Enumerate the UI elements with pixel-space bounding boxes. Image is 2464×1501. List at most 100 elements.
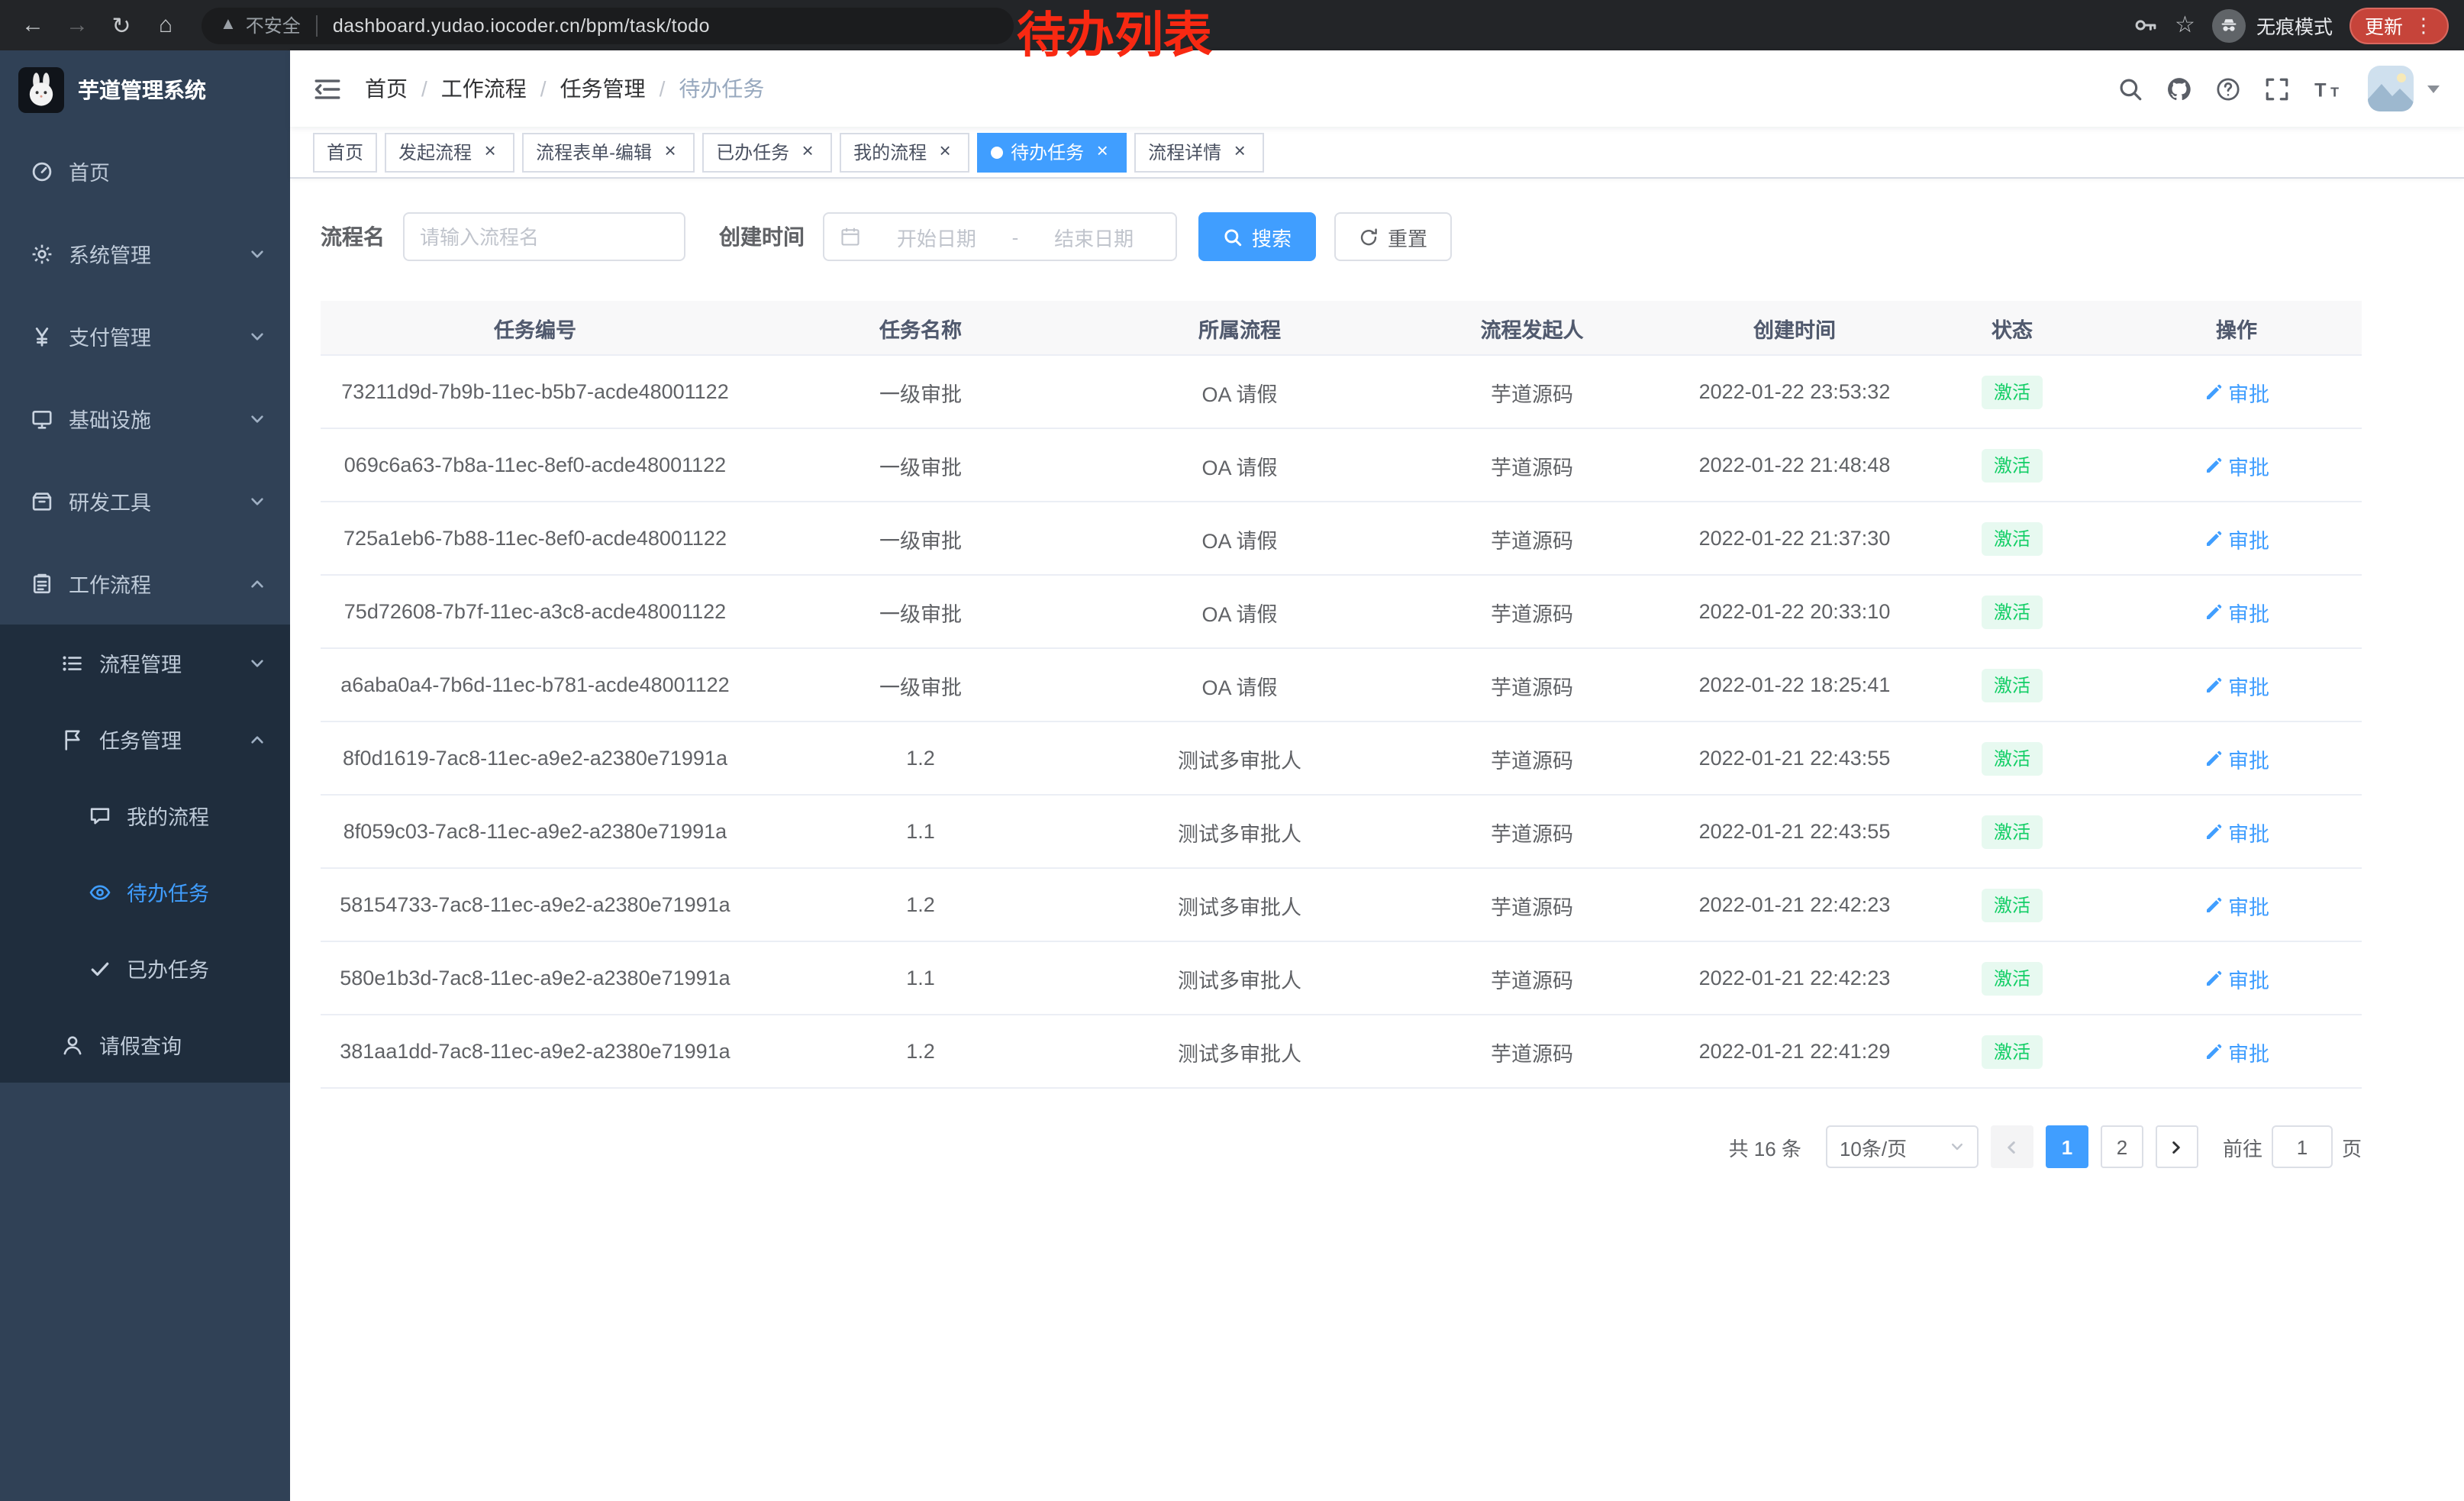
close-icon[interactable]: × bbox=[479, 141, 501, 163]
process-name-input[interactable] bbox=[420, 225, 669, 248]
app-logo[interactable]: 芋道管理系统 bbox=[0, 50, 290, 130]
navbar-actions: TT bbox=[2117, 66, 2440, 111]
tab-form-edit[interactable]: 流程表单-编辑× bbox=[522, 132, 695, 172]
breadcrumb-item[interactable]: 工作流程 bbox=[441, 73, 527, 104]
sidebar-item-system[interactable]: 系统管理 bbox=[0, 212, 290, 295]
process-name-label: 流程名 bbox=[321, 221, 385, 252]
not-secure-label: 不安全 bbox=[246, 12, 301, 38]
reset-button[interactable]: 重置 bbox=[1334, 212, 1452, 261]
sidebar-item-dev-tools[interactable]: 研发工具 bbox=[0, 460, 290, 542]
next-page-button[interactable] bbox=[2156, 1125, 2198, 1168]
status-badge: 激活 bbox=[1982, 521, 2043, 555]
tags-bar: 首页发起流程×流程表单-编辑×已办任务×我的流程×待办任务×流程详情× bbox=[290, 127, 2464, 179]
sidebar-collapse-icon[interactable] bbox=[313, 76, 342, 102]
tab-my-process[interactable]: 我的流程× bbox=[840, 132, 969, 172]
approve-link[interactable]: 审批 bbox=[2204, 816, 2269, 847]
cell-task-name: 一级审批 bbox=[750, 596, 1092, 627]
status-badge: 激活 bbox=[1982, 448, 2043, 482]
browser-refresh-button[interactable]: ↻ bbox=[101, 5, 142, 46]
search-icon[interactable] bbox=[2117, 76, 2143, 102]
task-table: 任务编号任务名称所属流程流程发起人创建时间状态操作 73211d9d-7b9b-… bbox=[321, 301, 2362, 1089]
filter-form: 流程名 创建时间 开始日期 - 结束日期 bbox=[321, 212, 2464, 261]
browser-menu-icon[interactable]: ⋮ bbox=[2414, 15, 2433, 35]
tab-todo-tasks[interactable]: 待办任务× bbox=[977, 132, 1127, 172]
page-button-2[interactable]: 2 bbox=[2101, 1125, 2143, 1168]
sidebar-item-task-management[interactable]: 任务管理 bbox=[0, 701, 290, 777]
font-size-icon[interactable]: TT bbox=[2313, 76, 2345, 102]
page-button-1[interactable]: 1 bbox=[2046, 1125, 2088, 1168]
search-button-icon bbox=[1223, 227, 1243, 247]
sidebar-item-infrastructure[interactable]: 基础设施 bbox=[0, 377, 290, 460]
close-icon[interactable]: × bbox=[1092, 141, 1113, 163]
cell-actions: 审批 bbox=[2111, 1036, 2362, 1067]
browser-forward-button[interactable]: → bbox=[56, 5, 98, 46]
page-size-select[interactable]: 10条/页 bbox=[1826, 1125, 1979, 1168]
close-icon[interactable]: × bbox=[1229, 141, 1250, 163]
search-button-label: 搜索 bbox=[1252, 222, 1292, 251]
approve-label: 审批 bbox=[2228, 743, 2269, 773]
approve-link[interactable]: 审批 bbox=[2204, 963, 2269, 993]
close-icon[interactable]: × bbox=[660, 141, 681, 163]
prev-page-button[interactable] bbox=[1991, 1125, 2033, 1168]
sidebar-item-my-process[interactable]: 我的流程 bbox=[0, 777, 290, 854]
breadcrumb-item[interactable]: 首页 bbox=[365, 73, 408, 104]
cell-process: OA 请假 bbox=[1092, 523, 1388, 554]
goto-page-input[interactable] bbox=[2272, 1125, 2333, 1168]
date-range-picker[interactable]: 开始日期 - 结束日期 bbox=[823, 212, 1177, 261]
column-header: 创建时间 bbox=[1676, 312, 1913, 343]
password-key-icon[interactable] bbox=[2132, 12, 2158, 38]
approve-link[interactable]: 审批 bbox=[2204, 376, 2269, 407]
avatar[interactable] bbox=[2368, 66, 2414, 111]
sidebar-item-process-management[interactable]: 流程管理 bbox=[0, 625, 290, 701]
reset-button-label: 重置 bbox=[1388, 222, 1427, 251]
approve-link[interactable]: 审批 bbox=[2204, 450, 2269, 480]
approve-link[interactable]: 审批 bbox=[2204, 1036, 2269, 1067]
chevron-down-icon bbox=[249, 328, 266, 344]
close-icon[interactable]: × bbox=[934, 141, 956, 163]
approve-label: 审批 bbox=[2228, 596, 2269, 627]
tab-home[interactable]: 首页 bbox=[313, 132, 377, 172]
bookmark-star-icon[interactable]: ☆ bbox=[2175, 14, 2195, 37]
cell-task-name: 一级审批 bbox=[750, 523, 1092, 554]
approve-link[interactable]: 审批 bbox=[2204, 670, 2269, 700]
browser-back-button[interactable]: ← bbox=[12, 5, 53, 46]
sidebar-item-workflow[interactable]: 工作流程 bbox=[0, 542, 290, 625]
close-icon[interactable]: × bbox=[797, 141, 818, 163]
fullscreen-icon[interactable] bbox=[2264, 76, 2290, 102]
tab-label: 已办任务 bbox=[716, 139, 789, 165]
sidebar-item-payment[interactable]: 支付管理 bbox=[0, 295, 290, 377]
approve-link[interactable]: 审批 bbox=[2204, 523, 2269, 554]
tab-done-tasks[interactable]: 已办任务 × bbox=[702, 132, 832, 172]
cell-status: 激活 bbox=[1913, 448, 2111, 482]
cell-status: 激活 bbox=[1913, 961, 2111, 995]
approve-label: 审批 bbox=[2228, 523, 2269, 554]
cell-initiator: 芋道源码 bbox=[1388, 743, 1676, 773]
sidebar-item-leave-query[interactable]: 请假查询 bbox=[0, 1006, 290, 1083]
breadcrumb-item[interactable]: 任务管理 bbox=[560, 73, 646, 104]
svg-text:T: T bbox=[2330, 83, 2339, 98]
cell-task-name: 一级审批 bbox=[750, 670, 1092, 700]
avatar-caret-icon[interactable] bbox=[2427, 85, 2440, 92]
chevron-down-icon bbox=[249, 654, 266, 671]
approve-link[interactable]: 审批 bbox=[2204, 596, 2269, 627]
breadcrumb-separator: / bbox=[421, 76, 427, 101]
list-icon bbox=[61, 651, 84, 674]
sidebar-item-done-tasks[interactable]: 已办任务 bbox=[0, 930, 290, 1006]
app-shell: 芋道管理系统 首页系统管理支付管理基础设施研发工具工作流程流程管理任务管理我的流… bbox=[0, 50, 2464, 1501]
flag-icon bbox=[61, 728, 84, 750]
sidebar-item-todo-tasks[interactable]: 待办任务 bbox=[0, 854, 290, 930]
sidebar-item-home[interactable]: 首页 bbox=[0, 130, 290, 212]
tab-start-process[interactable]: 发起流程× bbox=[385, 132, 514, 172]
tab-process-detail[interactable]: 流程详情× bbox=[1134, 132, 1264, 172]
chevron-down-icon bbox=[1950, 1139, 1965, 1154]
approve-link[interactable]: 审批 bbox=[2204, 889, 2269, 920]
browser-home-button[interactable]: ⌂ bbox=[145, 5, 186, 46]
help-icon[interactable] bbox=[2215, 76, 2241, 102]
address-bar[interactable]: ▲ 不安全 dashboard.yudao.iocoder.cn/bpm/tas… bbox=[202, 7, 1014, 44]
github-icon[interactable] bbox=[2166, 76, 2192, 102]
browser-update-button[interactable]: 更新 ⋮ bbox=[2350, 7, 2449, 44]
cell-initiator: 芋道源码 bbox=[1388, 596, 1676, 627]
search-button[interactable]: 搜索 bbox=[1198, 212, 1316, 261]
approve-link[interactable]: 审批 bbox=[2204, 743, 2269, 773]
column-header: 任务编号 bbox=[321, 312, 750, 343]
